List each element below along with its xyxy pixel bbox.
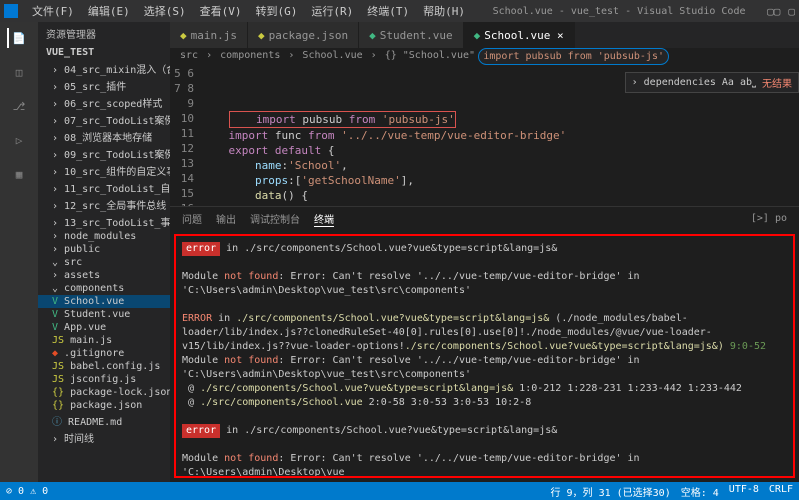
activity-bar: 📄 ◫ ⎇ ▷ ▦ [0,22,38,482]
tree-item[interactable]: package.json [38,399,170,412]
find-result-highlight: import pubsub from 'pubsub-js' [478,48,669,65]
tree-item[interactable]: 07_src_TodoList案例 [38,111,170,128]
tree-item[interactable]: App.vue [38,321,170,334]
editor-tab[interactable]: ◆ main.js [170,22,248,48]
tab-problems[interactable]: 问题 [182,211,202,226]
titlebar: 文件(F) 编辑(E) 选择(S) 查看(V) 转到(G) 运行(R) 终端(T… [0,0,799,22]
tree-item[interactable]: jsconfig.js [38,373,170,386]
tree-item[interactable]: README.md [38,412,170,429]
editor-tab[interactable]: ◆ Student.vue [359,22,463,48]
status-eol[interactable]: CRLF [769,484,793,499]
tree-item[interactable]: 13_src_TodoList_事件… [38,213,170,230]
tab-debug-console[interactable]: 调试控制台 [250,211,300,226]
menu-view[interactable]: 查看(V) [194,1,248,21]
editor-tabs: ◆ main.js◆ package.json◆ Student.vue◆ Sc… [170,22,799,48]
status-cursor[interactable]: 行 9，列 31 (已选择30) [551,484,671,499]
tree-item[interactable]: School.vue [38,295,170,308]
menu-terminal[interactable]: 终端(T) [361,1,415,21]
tree-item[interactable]: 11_src_TodoList_自定… [38,179,170,196]
terminal-output[interactable]: error in ./src/components/School.vue?vue… [174,234,795,478]
dep-label: dependencies [644,77,716,88]
file-tree: 04_src_mixin混入（合…05_src_插件06_src_scoped样… [38,60,170,446]
tree-item[interactable]: 05_src_插件 [38,77,170,94]
sidebar: 资源管理器 VUE_TEST 04_src_mixin混入（合…05_src_插… [38,22,170,482]
tree-item[interactable]: src [38,256,170,269]
panel-tabs: 问题 输出 调试控制台 终端 [>] po [170,206,799,230]
vscode-logo-icon [4,4,18,18]
tree-item[interactable]: components [38,282,170,295]
tree-item[interactable]: 04_src_mixin混入（合… [38,60,170,77]
word-icon[interactable]: ab⎵ [740,77,756,88]
tree-item[interactable]: .gitignore [38,347,170,360]
tree-item[interactable]: 10_src_组件的自定义事件… [38,162,170,179]
menu-bar: 文件(F) 编辑(E) 选择(S) 查看(V) 转到(G) 运行(R) 终端(T… [26,1,471,21]
icon-chevron-right: › [632,77,638,88]
editor-tab[interactable]: ◆ School.vue × [464,22,575,48]
tree-item[interactable]: 时间线 [38,429,170,446]
status-bar: ⊘ 0 ⚠ 0 行 9，列 31 (已选择30) 空格: 4 UTF-8 CRL… [0,482,799,500]
layout-icon[interactable]: ▢▢ [767,5,780,18]
tree-item[interactable]: babel.config.js [38,360,170,373]
tree-item[interactable]: 12_src_全局事件总线 [38,196,170,213]
tree-item[interactable]: node_modules [38,230,170,243]
menu-run[interactable]: 运行(R) [305,1,359,21]
status-encoding[interactable]: UTF-8 [729,484,759,499]
tab-output[interactable]: 输出 [216,211,236,226]
tree-item[interactable]: public [38,243,170,256]
find-status: › dependencies Aa ab⎵ 无结果 [625,72,799,93]
sidebar-title: 资源管理器 [38,22,170,45]
editor-tab[interactable]: ◆ package.json [248,22,359,48]
layout-icon-2[interactable]: ▢ [788,5,795,18]
source-control-icon[interactable]: ⎇ [9,96,29,116]
menu-help[interactable]: 帮助(H) [417,1,471,21]
tree-item[interactable]: 08_浏览器本地存储 [38,128,170,145]
status-errors[interactable]: ⊘ 0 ⚠ 0 [6,486,48,497]
tab-terminal[interactable]: 终端 [314,211,334,227]
tree-item[interactable]: package-lock.json [38,386,170,399]
editor-area: ◆ main.js◆ package.json◆ Student.vue◆ Sc… [170,22,799,482]
menu-file[interactable]: 文件(F) [26,1,80,21]
menu-select[interactable]: 选择(S) [138,1,192,21]
tree-item[interactable]: assets [38,269,170,282]
overlap-icon[interactable]: ◫ [9,62,29,82]
tree-item[interactable]: 09_src_TodoList案例… [38,145,170,162]
case-icon[interactable]: Aa [722,77,734,88]
menu-edit[interactable]: 编辑(E) [82,1,136,21]
sidebar-section[interactable]: VUE_TEST [38,45,170,60]
tree-item[interactable]: Student.vue [38,308,170,321]
explorer-icon[interactable]: 📄 [7,28,27,48]
panel-right[interactable]: [>] po [751,213,787,224]
tree-item[interactable]: 06_src_scoped样式 [38,94,170,111]
debug-icon[interactable]: ▷ [9,130,29,150]
no-results: 无结果 [762,75,792,90]
extensions-icon[interactable]: ▦ [9,164,29,184]
window-title: School.vue - vue_test - Visual Studio Co… [471,6,767,17]
tree-item[interactable]: main.js [38,334,170,347]
menu-go[interactable]: 转到(G) [250,1,304,21]
status-indent[interactable]: 空格: 4 [681,484,719,499]
